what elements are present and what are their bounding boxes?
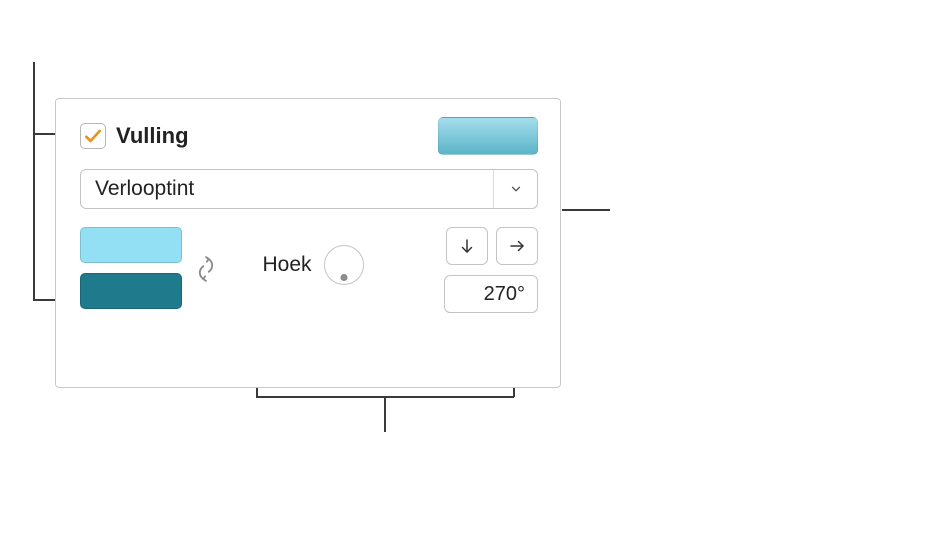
angle-dial-indicator	[340, 274, 347, 281]
fill-header-row: Vulling	[80, 117, 538, 155]
arrow-right-icon	[508, 237, 526, 255]
gradient-stop-end[interactable]	[80, 273, 182, 309]
checkmark-icon	[83, 126, 103, 146]
fill-panel: Vulling Verlooptint Hoek	[55, 98, 561, 388]
angle-label: Hoek	[262, 253, 311, 277]
swap-vertical-icon	[195, 254, 217, 284]
callout-line	[33, 62, 35, 300]
gradient-controls-row: Hoek	[80, 227, 538, 313]
swap-stops-button[interactable]	[192, 251, 220, 287]
select-arrow-box	[493, 170, 537, 208]
arrow-down-icon	[458, 237, 476, 255]
fill-type-select[interactable]: Verlooptint	[80, 169, 538, 209]
angle-right-button[interactable]	[496, 227, 538, 265]
fill-checkbox-group: Vulling	[80, 123, 189, 149]
fill-label: Vulling	[116, 123, 189, 149]
angle-group: Hoek	[262, 245, 363, 285]
callout-line	[384, 396, 386, 432]
angle-value-field[interactable]: 270°	[444, 275, 538, 313]
gradient-stop-start[interactable]	[80, 227, 182, 263]
fill-checkbox[interactable]	[80, 123, 106, 149]
callout-line	[562, 209, 610, 211]
angle-direction-buttons	[446, 227, 538, 265]
chevron-down-icon	[509, 182, 523, 196]
angle-right-column: 270°	[444, 227, 538, 313]
angle-down-button[interactable]	[446, 227, 488, 265]
gradient-stops-column	[80, 227, 182, 309]
angle-dial[interactable]	[324, 245, 364, 285]
angle-value-text: 270°	[484, 283, 525, 306]
fill-type-select-label: Verlooptint	[81, 177, 493, 201]
fill-preview-swatch[interactable]	[438, 117, 538, 155]
